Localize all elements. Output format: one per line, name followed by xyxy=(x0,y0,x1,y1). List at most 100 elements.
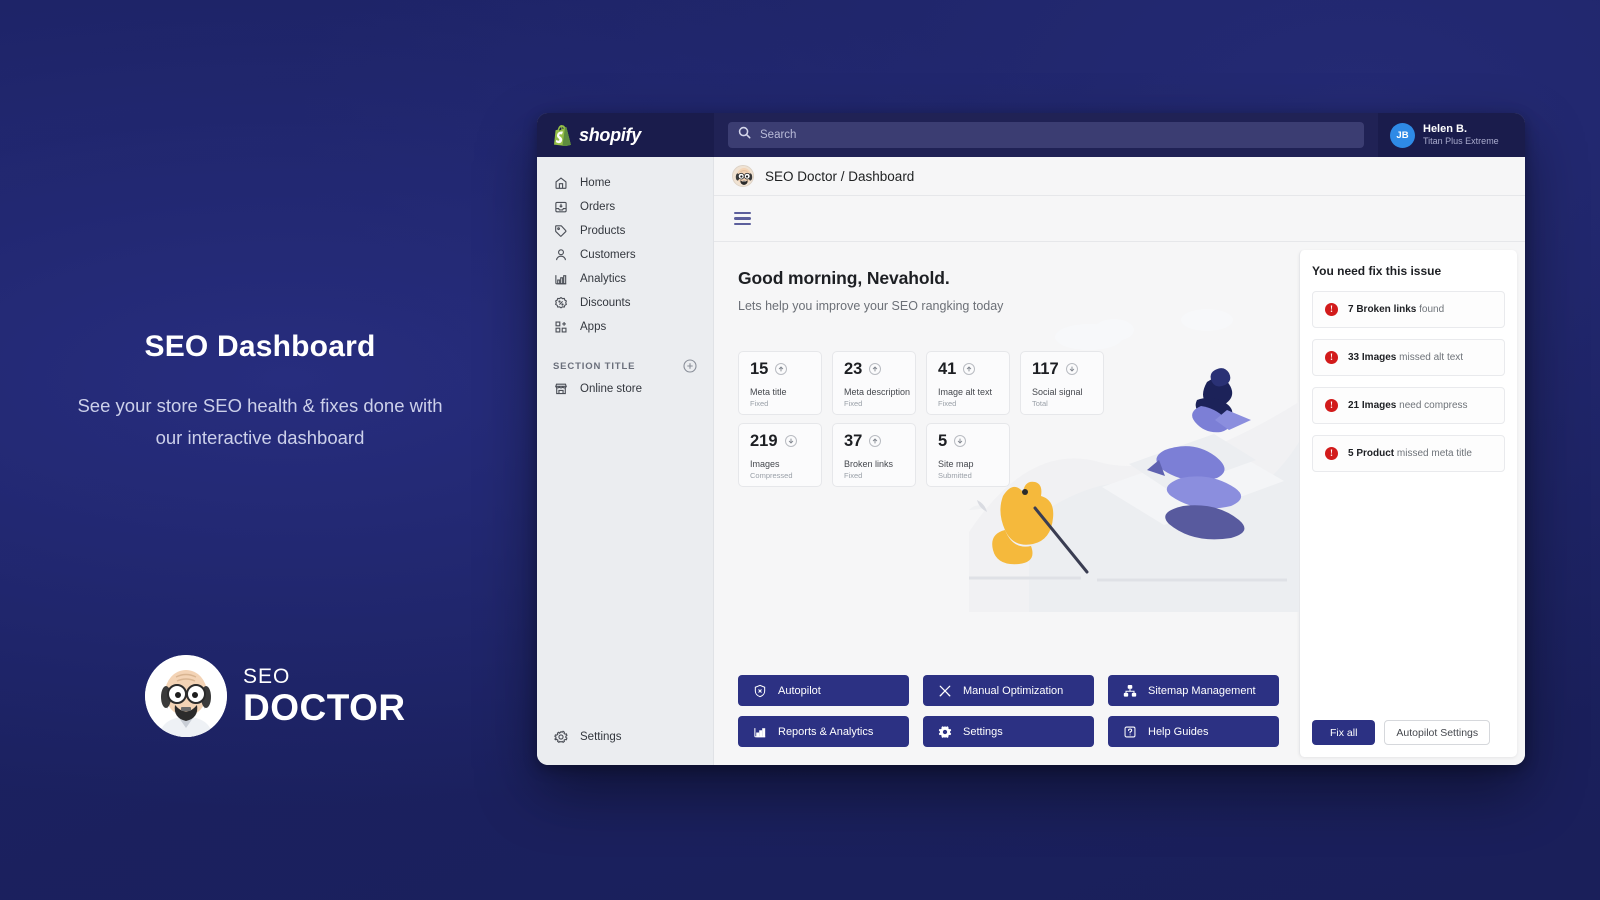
search-placeholder: Search xyxy=(760,129,797,141)
issue-rest: missed alt text xyxy=(1399,352,1464,363)
action-label: Autopilot xyxy=(778,684,821,697)
sidebar-item-discounts[interactable]: Discounts xyxy=(537,291,713,315)
alert-exclamation-icon: ! xyxy=(1325,447,1338,460)
tools-cross-icon xyxy=(937,683,952,698)
search-icon xyxy=(738,126,751,144)
action-label: Sitemap Management xyxy=(1148,684,1256,697)
alert-exclamation-icon: ! xyxy=(1325,351,1338,364)
stat-card[interactable]: 37 Broken links Fixed xyxy=(832,423,916,487)
hamburger-menu-icon[interactable] xyxy=(734,211,751,226)
stat-label: Broken links xyxy=(844,458,894,469)
sitemap-management-button[interactable]: Sitemap Management xyxy=(1108,675,1279,706)
issue-item[interactable]: ! 7 Broken links found xyxy=(1312,291,1505,328)
arrow-up-circle-icon xyxy=(869,363,882,376)
stat-label: Meta title xyxy=(750,386,787,397)
gear-icon xyxy=(937,724,952,739)
issue-rest: missed meta title xyxy=(1396,448,1472,459)
main-area: SEO Doctor / Dashboard Good morning, Nev… xyxy=(714,157,1525,765)
stat-label: Image alt text xyxy=(938,386,993,397)
issue-item[interactable]: ! 33 Images missed alt text xyxy=(1312,339,1505,376)
toolbar xyxy=(714,196,1525,242)
stat-card[interactable]: 117 Social signal Total xyxy=(1020,351,1104,415)
breadcrumb-text: SEO Doctor / Dashboard xyxy=(765,168,915,184)
autopilot-button[interactable]: Autopilot xyxy=(738,675,909,706)
sidebar-item-label: Customers xyxy=(580,249,636,261)
reports-analytics-button[interactable]: Reports & Analytics xyxy=(738,716,909,747)
issue-text: 7 Broken links found xyxy=(1348,304,1444,315)
stat-card[interactable]: 41 Image alt text Fixed xyxy=(926,351,1010,415)
greeting-subtitle: Lets help you improve your SEO rangking … xyxy=(738,299,1004,313)
issue-item[interactable]: ! 21 Images need compress xyxy=(1312,387,1505,424)
stat-card[interactable]: 23 Meta description Fixed xyxy=(832,351,916,415)
stat-sublabel: Total xyxy=(1032,398,1048,408)
storefront-icon xyxy=(553,382,568,397)
greeting-title: Good morning, Nevahold. xyxy=(738,268,950,288)
seo-doctor-avatar-icon xyxy=(732,165,754,187)
stat-sublabel: Compressed xyxy=(750,470,793,480)
issue-strong: 33 Images xyxy=(1348,352,1397,363)
sitemap-tree-icon xyxy=(1122,683,1137,698)
shopify-bag-icon xyxy=(553,124,572,146)
stat-label: Images xyxy=(750,458,780,469)
issues-footer: Fix all Autopilot Settings xyxy=(1312,720,1505,745)
seo-doctor-character-icon xyxy=(145,655,227,737)
dashboard-left: Good morning, Nevahold. Lets help you im… xyxy=(714,242,1299,765)
issue-item[interactable]: ! 5 Product missed meta title xyxy=(1312,435,1505,472)
issue-text: 33 Images missed alt text xyxy=(1348,352,1463,363)
stat-card[interactable]: 219 Images Compressed xyxy=(738,423,822,487)
sidebar-item-orders[interactable]: Orders xyxy=(537,195,713,219)
arrow-down-circle-icon xyxy=(954,435,967,448)
bar-chart-icon xyxy=(553,272,568,287)
autopilot-settings-button[interactable]: Autopilot Settings xyxy=(1384,720,1491,745)
sidebar-item-customers[interactable]: Customers xyxy=(537,243,713,267)
issue-strong: 5 Product xyxy=(1348,448,1395,459)
stat-sublabel: Submitted xyxy=(938,470,972,480)
stat-card[interactable]: 5 Site map Submitted xyxy=(926,423,1010,487)
breadcrumb: SEO Doctor / Dashboard xyxy=(714,157,1525,196)
orders-inbox-icon xyxy=(553,200,568,215)
promo-subtitle: See your store SEO health & fixes done w… xyxy=(77,395,443,448)
sidebar-item-online-store[interactable]: Online store xyxy=(537,377,713,401)
question-box-icon xyxy=(1122,724,1137,739)
search-input[interactable]: Search xyxy=(728,122,1364,148)
sidebar-item-label: Discounts xyxy=(580,297,631,309)
settings-button[interactable]: Settings xyxy=(923,716,1094,747)
stat-value: 219 xyxy=(750,432,778,450)
bar-chart-icon xyxy=(752,724,767,739)
shopify-brand[interactable]: shopify xyxy=(537,113,714,157)
sidebar-item-label: Orders xyxy=(580,201,616,213)
arrow-down-circle-icon xyxy=(1065,363,1078,376)
issue-strong: 7 Broken links xyxy=(1348,304,1417,315)
fix-all-button[interactable]: Fix all xyxy=(1312,720,1376,745)
plus-circle-icon[interactable] xyxy=(683,359,697,373)
arrow-up-circle-icon xyxy=(869,435,882,448)
issue-text: 21 Images need compress xyxy=(1348,400,1468,411)
stat-card[interactable]: 15 Meta title Fixed xyxy=(738,351,822,415)
stat-value: 23 xyxy=(844,360,863,378)
sidebar-item-label: Analytics xyxy=(580,273,627,285)
shopify-wordmark: shopify xyxy=(579,124,641,145)
arrow-up-circle-icon xyxy=(963,363,976,376)
stat-value: 41 xyxy=(938,360,957,378)
apps-grid-icon xyxy=(553,320,568,335)
stat-value: 117 xyxy=(1032,360,1059,378)
arrow-up-circle-icon xyxy=(775,363,788,376)
sidebar-item-home[interactable]: Home xyxy=(537,171,713,195)
sidebar-item-settings[interactable]: Settings xyxy=(537,725,713,749)
user-menu[interactable]: JB Helen B. Titan Plus Extreme xyxy=(1378,113,1525,157)
user-plan: Titan Plus Extreme xyxy=(1423,136,1499,147)
manual-optimization-button[interactable]: Manual Optimization xyxy=(923,675,1094,706)
sidebar-section-title: SECTION TITLE xyxy=(553,360,636,372)
stat-sublabel: Fixed xyxy=(844,398,863,408)
sidebar-item-analytics[interactable]: Analytics xyxy=(537,267,713,291)
stat-sublabel: Fixed xyxy=(844,470,863,480)
sidebar-item-apps[interactable]: Apps xyxy=(537,315,713,339)
sidebar-item-label: Online store xyxy=(580,383,643,395)
sidebar-item-products[interactable]: Products xyxy=(537,219,713,243)
shield-autopilot-icon xyxy=(752,683,767,698)
help-guides-button[interactable]: Help Guides xyxy=(1108,716,1279,747)
sidebar-item-label: Settings xyxy=(580,731,622,743)
avatar: JB xyxy=(1390,122,1415,148)
home-icon xyxy=(553,176,568,191)
